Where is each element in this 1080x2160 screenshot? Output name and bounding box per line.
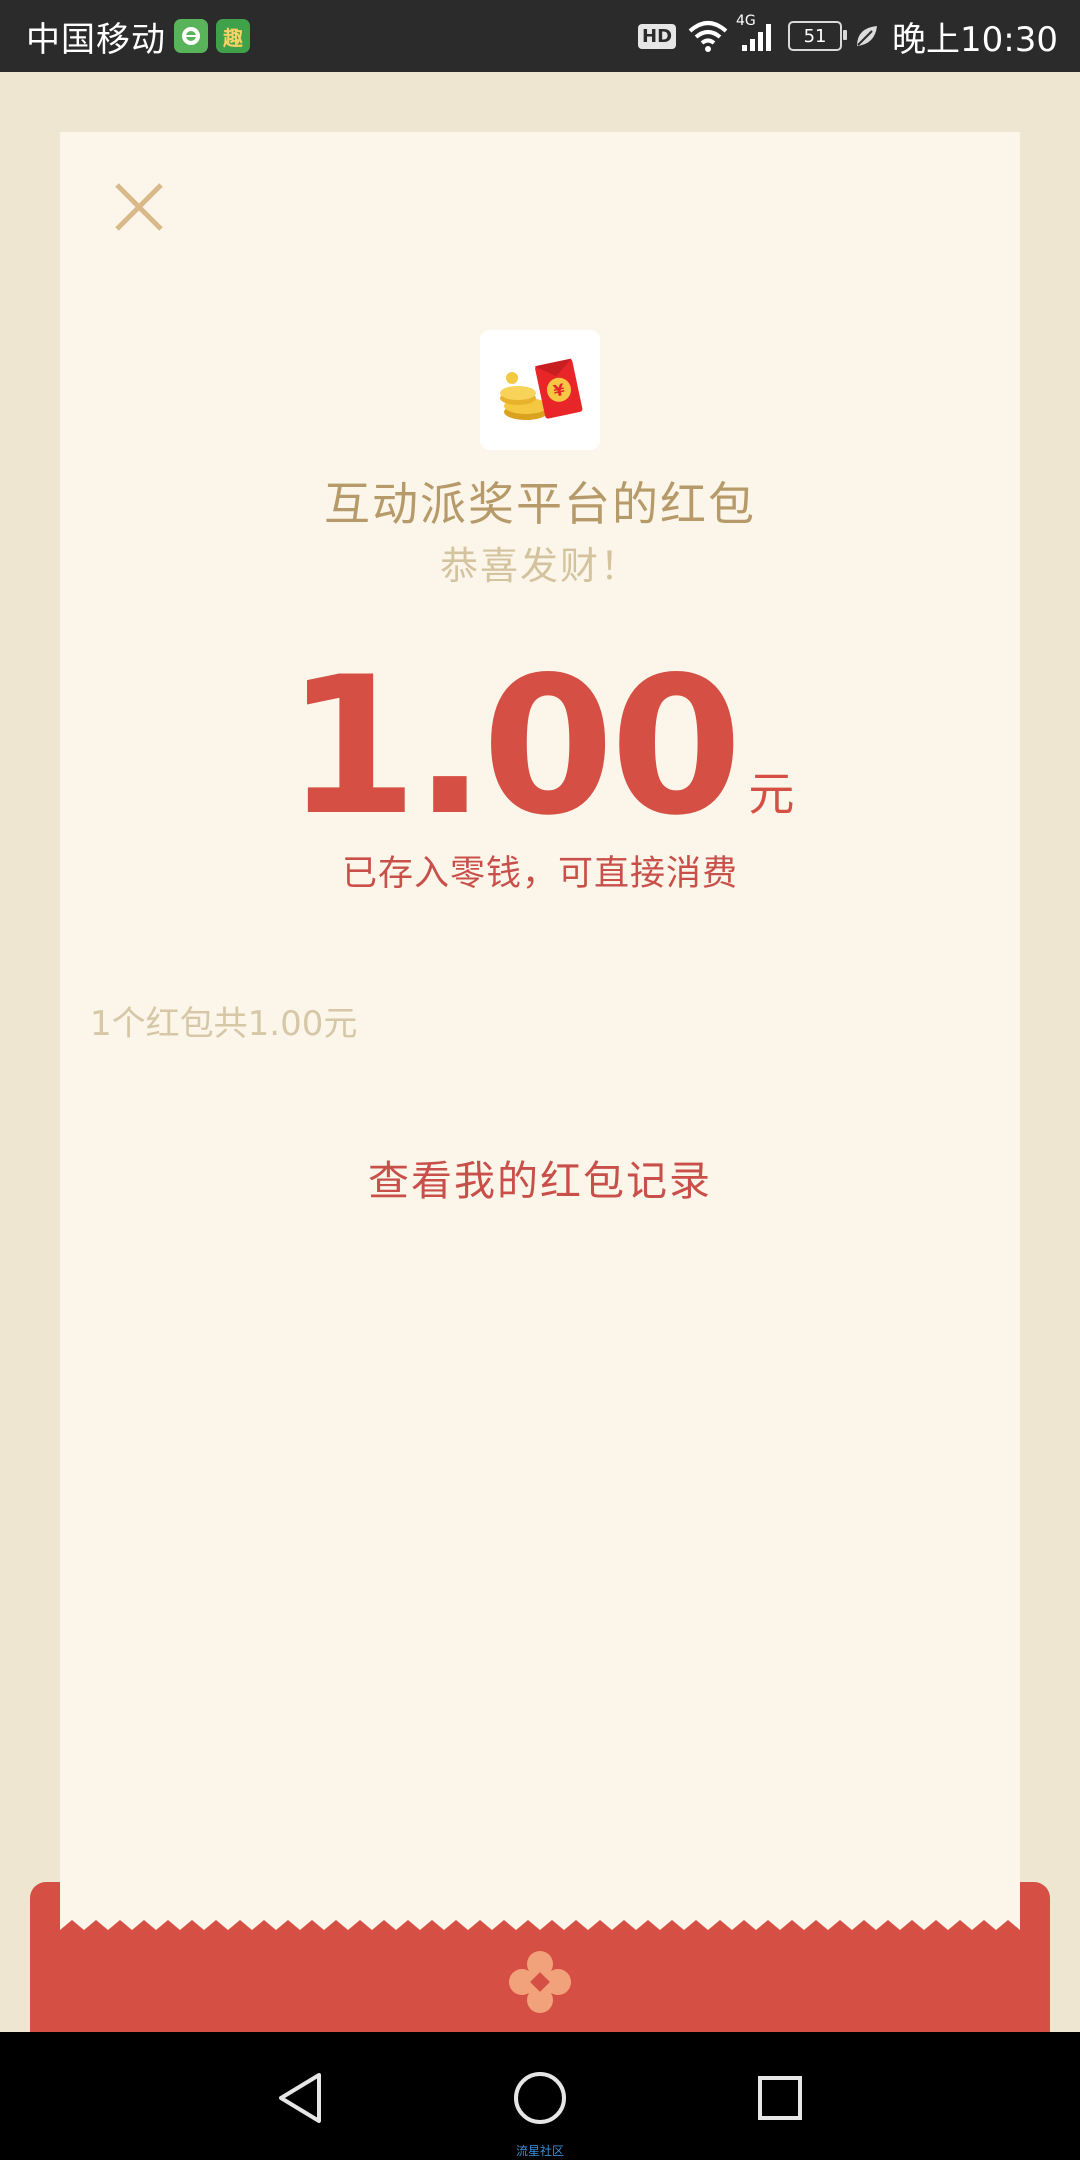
watermark: 流星社区 xyxy=(515,2144,564,2158)
battery-level: 51 xyxy=(803,25,827,47)
amount-unit: 元 xyxy=(748,767,795,821)
red-packet-card: ¥ 互动派奖平台的红包 恭喜发财！ 1.00 元 已存入零钱，可直接消费 1个红… xyxy=(60,132,1020,1940)
red-packet-logo-icon: ¥ xyxy=(500,358,583,420)
home-icon xyxy=(514,2072,566,2124)
sender-name: 互动派奖平台的红包 xyxy=(324,477,756,531)
notification-app-icon-2: 趣 xyxy=(216,19,250,53)
status-right: HD 4G 51 晚上10:30 xyxy=(638,0,1058,72)
back-icon xyxy=(279,2073,321,2123)
notification-app-icon xyxy=(174,19,208,53)
status-bar: 中国移动 趣 HD 4G 51 晚上10:30 xyxy=(0,0,1080,72)
home-button[interactable] xyxy=(510,2068,570,2128)
close-button[interactable] xyxy=(104,172,174,242)
leaf-icon xyxy=(857,26,878,46)
hd-badge: HD xyxy=(638,23,677,49)
carrier-label: 中国移动 xyxy=(26,19,166,60)
packet-summary: 1个红包共1.00元 xyxy=(90,1004,358,1044)
recents-button[interactable] xyxy=(750,2068,810,2128)
status-left: 中国移动 趣 xyxy=(26,0,250,72)
amount-value: 1.00 xyxy=(285,636,743,857)
battery-icon: 51 xyxy=(788,21,848,51)
greeting-text: 恭喜发财！ xyxy=(439,544,640,588)
amount-note: 已存入零钱，可直接消费 xyxy=(341,854,738,894)
view-records-link[interactable]: 查看我的红包记录 xyxy=(60,1147,1020,1207)
flower-icon xyxy=(509,1951,571,2013)
wifi-icon xyxy=(688,21,728,52)
zigzag-edge xyxy=(60,1920,1020,1942)
clock: 晚上10:30 xyxy=(892,19,1058,60)
signal-group: 4G xyxy=(736,13,776,53)
recents-icon xyxy=(758,2076,802,2120)
amount-row: 1.00 元 xyxy=(60,652,1020,842)
back-button[interactable] xyxy=(270,2068,330,2128)
close-icon xyxy=(115,183,163,231)
network-type-label: 4G xyxy=(736,13,756,29)
navigation-bar: 流星社区 xyxy=(0,2032,1080,2160)
sender-avatar: ¥ xyxy=(480,330,600,450)
